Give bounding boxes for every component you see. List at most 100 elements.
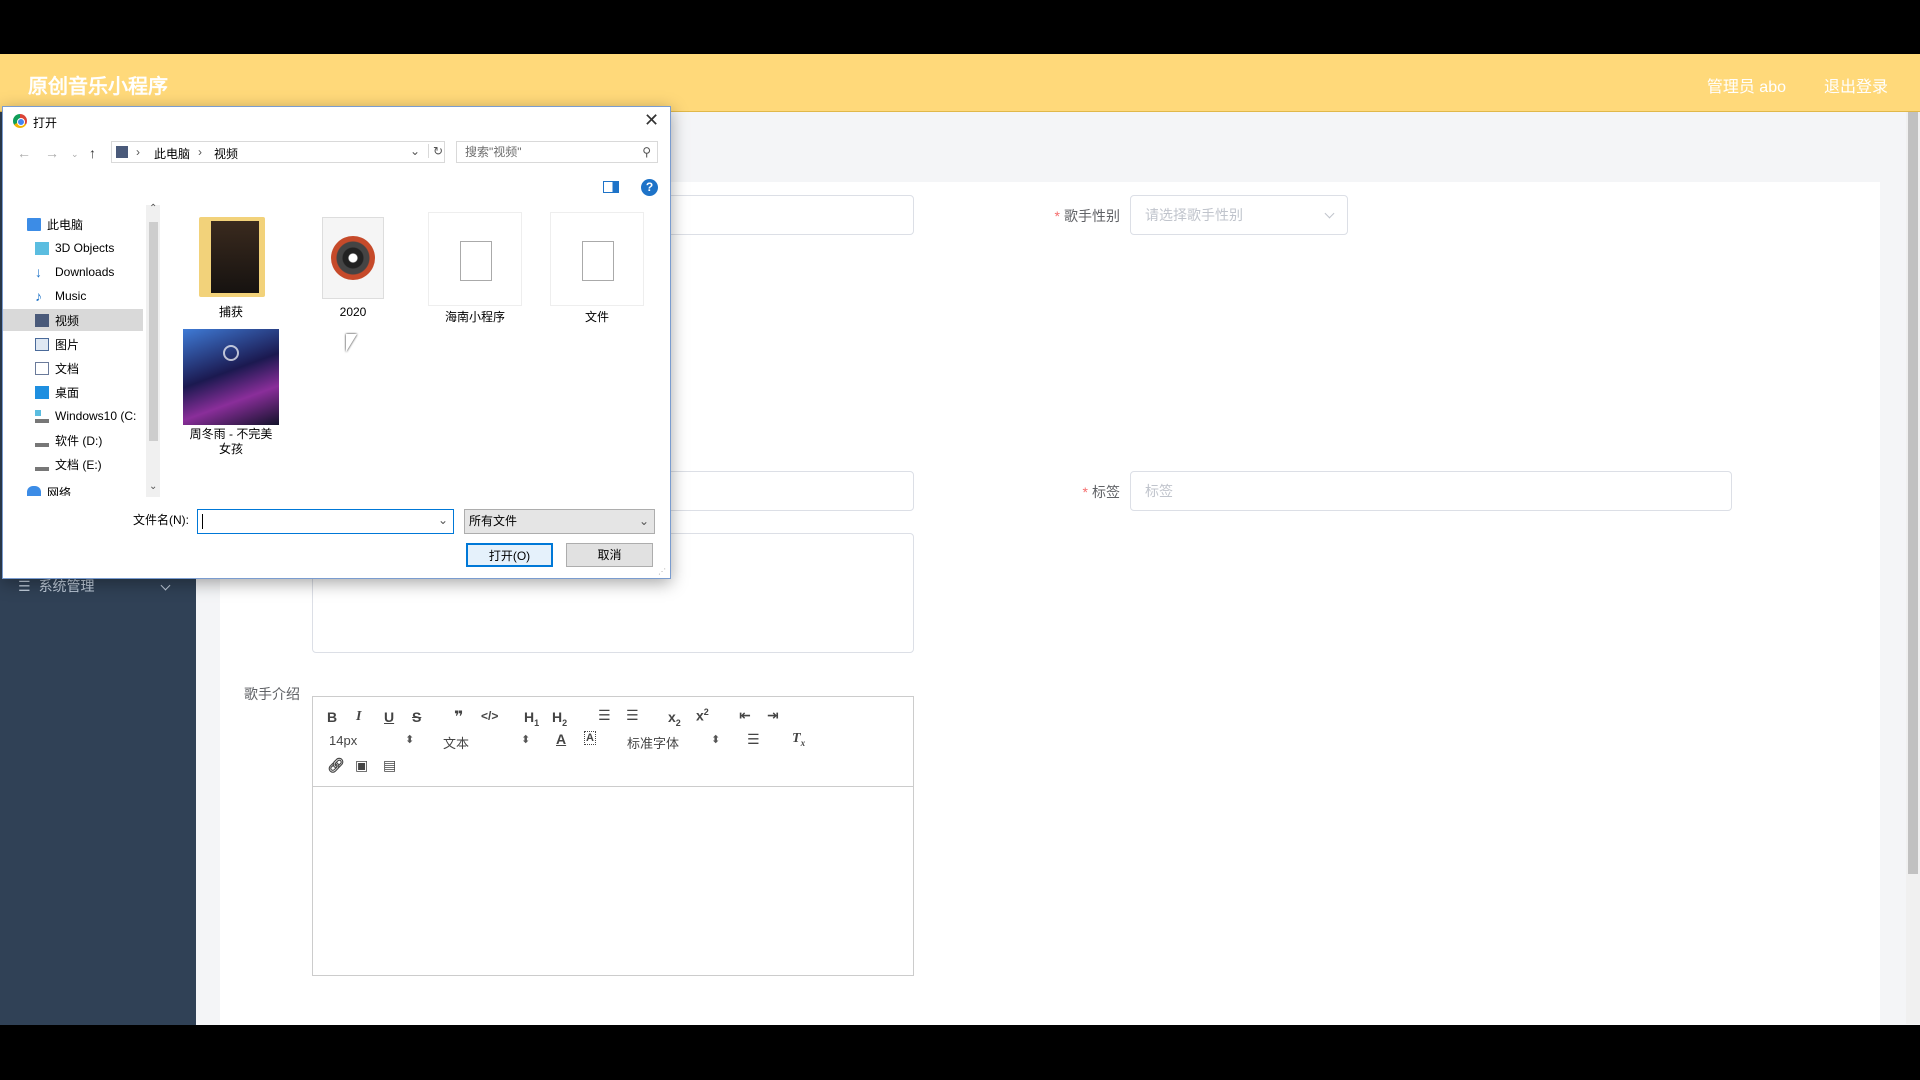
- desktop-icon: [35, 385, 49, 399]
- chevron-down-icon[interactable]: ⌄: [438, 513, 448, 527]
- tree-item-music[interactable]: ♪ Music: [3, 285, 143, 307]
- cancel-button[interactable]: 取消: [566, 543, 653, 567]
- dialog-title: 打开: [33, 116, 58, 130]
- bold-icon[interactable]: B: [327, 709, 337, 725]
- tree-scrollbar[interactable]: ⌃ ⌄: [146, 203, 160, 497]
- search-input[interactable]: 搜索"视频" ⚲: [456, 141, 658, 163]
- image-icon[interactable]: ▣: [355, 757, 368, 774]
- file-item-folder[interactable]: 捕获: [181, 217, 281, 320]
- file-open-dialog: 打开 ✕ ← → ⌄ ↑ › 此电脑 › 视频 ⌄ ↻ 搜索"视频" ⚲ ? 此…: [2, 106, 671, 579]
- chevron-up-icon[interactable]: ⌃: [149, 203, 157, 214]
- resize-grip-icon[interactable]: ⋰: [658, 567, 666, 576]
- video-thumbnail: [183, 329, 279, 425]
- quote-icon[interactable]: ❞: [454, 707, 463, 727]
- text-type-select[interactable]: 文本: [443, 733, 533, 752]
- chevron-down-icon: [160, 580, 171, 591]
- tree-item-desktop[interactable]: 桌面: [3, 381, 143, 403]
- scrollbar-thumb[interactable]: [149, 222, 158, 441]
- breadcrumb-this-pc[interactable]: 此电脑: [154, 145, 190, 162]
- text-type-value: 文本: [443, 736, 470, 751]
- chevron-down-icon[interactable]: ⌄: [410, 144, 420, 158]
- help-icon[interactable]: ?: [641, 179, 658, 196]
- background-color-icon[interactable]: A: [584, 731, 596, 745]
- font-family-select[interactable]: 标准字体: [627, 733, 721, 752]
- heading1-icon[interactable]: H1: [524, 709, 539, 728]
- font-size-select[interactable]: 14px: [329, 733, 419, 748]
- tree-item-network[interactable]: 网络: [3, 481, 143, 496]
- superscript-icon[interactable]: x2: [696, 707, 709, 724]
- music-icon: ♪: [35, 287, 42, 304]
- sidebar-item-system[interactable]: ☰ 系统管理: [18, 576, 95, 596]
- file-item-hainan[interactable]: 海南小程序: [425, 212, 525, 325]
- clear-format-icon[interactable]: Tx: [792, 731, 805, 748]
- breadcrumb-videos[interactable]: 视频: [214, 145, 238, 162]
- font-family-value: 标准字体: [627, 736, 680, 751]
- drive-icon: [35, 434, 49, 447]
- outdent-icon[interactable]: ⇤: [739, 707, 751, 724]
- scrollbar-thumb[interactable]: [1908, 112, 1918, 874]
- link-icon[interactable]: 🔗︎: [327, 757, 345, 774]
- address-bar[interactable]: › 此电脑 › 视频 ⌄ ↻: [111, 141, 445, 163]
- folder-icon: [199, 217, 265, 297]
- strike-icon[interactable]: S: [412, 709, 421, 725]
- search-placeholder: 搜索"视频": [465, 145, 522, 159]
- file-name: 文件: [584, 310, 609, 324]
- logout-link[interactable]: 退出登录: [1824, 73, 1888, 97]
- tag-input[interactable]: 标签: [1130, 471, 1732, 511]
- tree-item-downloads[interactable]: ↓ Downloads: [3, 261, 143, 283]
- tree-item-pictures[interactable]: 图片: [3, 333, 143, 355]
- font-size-value: 14px: [329, 733, 358, 748]
- code-icon[interactable]: </>: [481, 709, 498, 723]
- forward-arrow-icon[interactable]: →: [45, 145, 59, 161]
- document-icon: [35, 361, 49, 375]
- tree-item-3d-objects[interactable]: 3D Objects: [3, 237, 143, 259]
- page-scrollbar[interactable]: [1906, 112, 1920, 1024]
- play-icon: [223, 345, 239, 361]
- indent-icon[interactable]: ⇥: [767, 707, 779, 724]
- tree-item-drive-d[interactable]: 软件 (D:): [3, 429, 143, 451]
- align-icon[interactable]: ☰: [747, 731, 760, 748]
- filename-label: 文件名(N):: [133, 513, 189, 527]
- drive-icon: [35, 458, 49, 471]
- filetype-select[interactable]: 所有文件 ⌄: [464, 509, 655, 534]
- video-icon[interactable]: ▤: [383, 757, 396, 774]
- close-icon[interactable]: ✕: [644, 110, 659, 131]
- bullet-list-icon[interactable]: ☰: [626, 707, 639, 724]
- chevron-down-icon[interactable]: ⌄: [71, 149, 79, 160]
- file-name: 周冬雨 - 不完美女孩: [189, 427, 273, 456]
- cube-icon: [35, 241, 49, 255]
- tree-item-drive-e[interactable]: 文档 (E:): [3, 453, 143, 475]
- location-icon: [116, 146, 128, 158]
- chevron-down-icon[interactable]: ⌄: [149, 481, 157, 492]
- italic-icon[interactable]: I: [356, 709, 361, 725]
- underline-icon[interactable]: U: [384, 709, 394, 725]
- file-item-2020[interactable]: 2020: [303, 217, 403, 319]
- chevron-right-icon: ›: [198, 145, 202, 159]
- tree-item-drive-c[interactable]: Windows10 (C:: [3, 405, 143, 427]
- up-arrow-icon[interactable]: ↑: [89, 145, 96, 161]
- heading2-icon[interactable]: H2: [552, 709, 567, 728]
- chevron-down-icon: ⌄: [639, 514, 650, 528]
- preview-pane-icon[interactable]: [603, 181, 619, 193]
- file-name: 捕获: [218, 305, 243, 319]
- open-button[interactable]: 打开(O): [466, 543, 553, 567]
- ordered-list-icon[interactable]: ☰: [598, 707, 611, 724]
- tree-item-this-pc[interactable]: 此电脑: [3, 213, 143, 235]
- gender-select[interactable]: 请选择歌手性别: [1130, 195, 1348, 235]
- font-color-icon[interactable]: A: [556, 731, 566, 747]
- dialog-titlebar: 打开 ✕: [3, 107, 670, 135]
- singer-name-input[interactable]: [660, 195, 914, 235]
- tree-item-videos[interactable]: 视频: [3, 309, 143, 331]
- rich-text-editor[interactable]: B I U S ❞ </> H1 H2 ☰ ☰ x2 x2 ⇤ ⇥ 14px 文…: [312, 696, 914, 976]
- video-icon: [35, 313, 49, 327]
- file-item-docs[interactable]: 文件: [547, 212, 647, 325]
- singer-field-input[interactable]: [660, 471, 914, 511]
- file-item-video[interactable]: 周冬雨 - 不完美女孩: [181, 329, 281, 457]
- subscript-icon[interactable]: x2: [668, 709, 681, 728]
- filename-input[interactable]: ⌄: [197, 509, 454, 534]
- back-arrow-icon[interactable]: ←: [17, 145, 31, 161]
- refresh-icon[interactable]: ↻: [428, 144, 443, 158]
- gender-label: * 歌手性别: [1054, 208, 1120, 224]
- tree-item-documents[interactable]: 文档: [3, 357, 143, 379]
- vinyl-icon: [331, 236, 375, 280]
